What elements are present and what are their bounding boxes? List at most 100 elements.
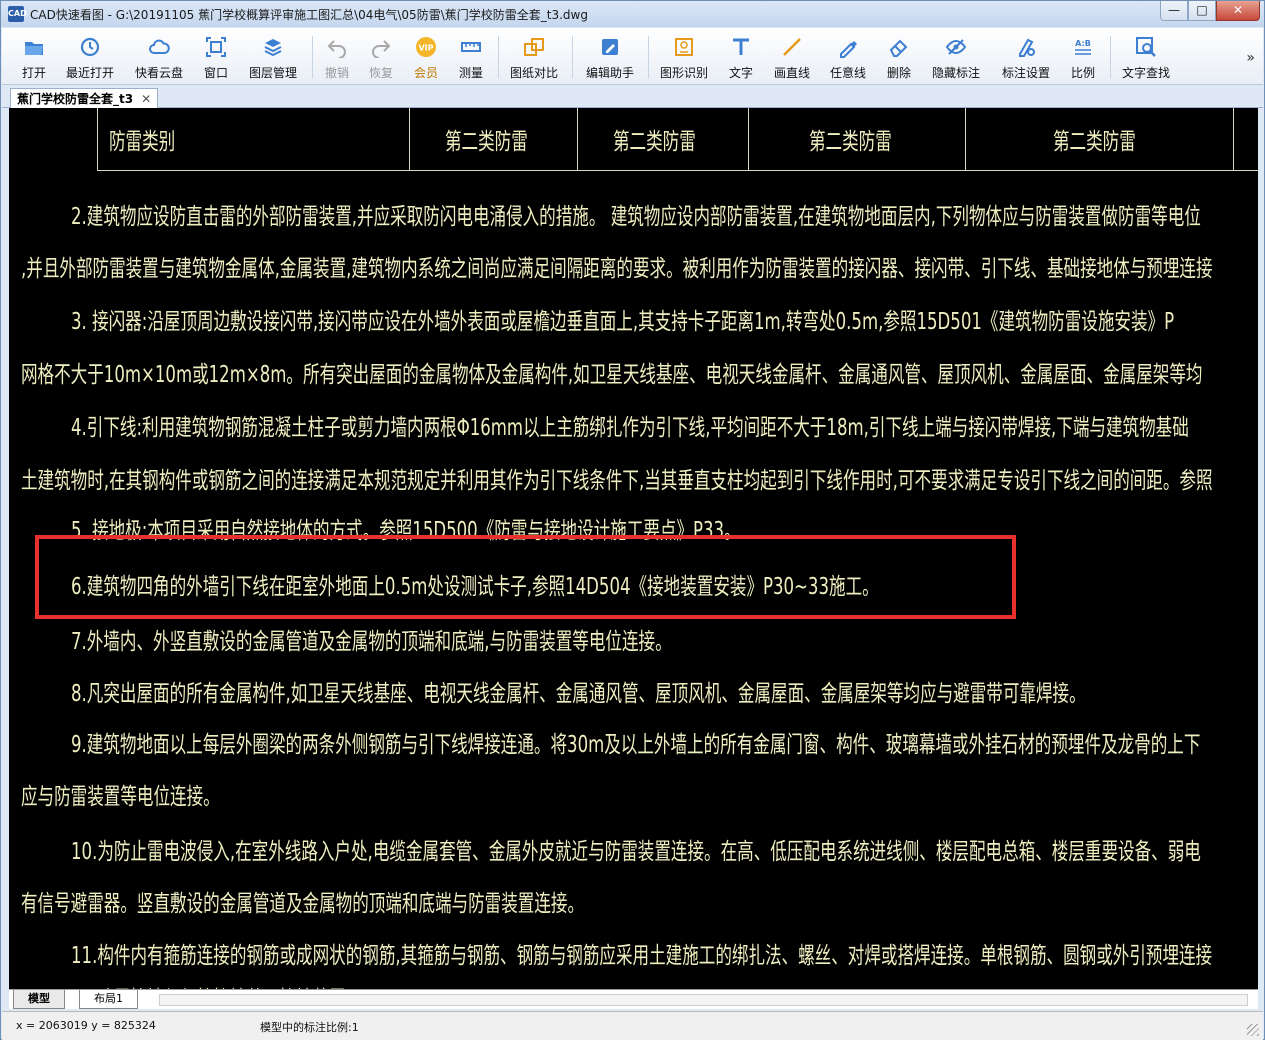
- draw-line-label: 画直线: [773, 66, 810, 80]
- toolbar-more-button[interactable]: »: [1246, 50, 1255, 66]
- draw-line-button[interactable]: 画直线: [770, 32, 814, 82]
- table-border-line: [409, 108, 410, 170]
- close-button[interactable]: ✕: [1216, 1, 1260, 21]
- table-cell-class-value: 第二类防雷: [445, 129, 528, 155]
- freehand-icon: [840, 41, 857, 58]
- toolbar-separator: [648, 36, 649, 78]
- compare-icon: [524, 38, 544, 56]
- toolbar-separator: [1110, 36, 1111, 78]
- window-controls: — □ ✕: [1160, 1, 1260, 21]
- cloud-icon: [149, 39, 170, 54]
- drawing-text-line: 8.凡突出屋面的所有金属构件,如卫星天线基座、电视天线金属杆、金属通风管、屋顶风…: [71, 681, 1086, 707]
- scale-badge-text: A:B: [1075, 39, 1091, 48]
- table-cell-class-value: 第二类防雷: [1053, 129, 1136, 155]
- annotation-settings-label: 标注设置: [1001, 66, 1050, 80]
- table-border-line: [748, 108, 749, 170]
- annotation-settings-icon: [1019, 38, 1035, 57]
- layers-icon: [264, 39, 282, 57]
- drawing-compare-button[interactable]: 图纸对比: [506, 32, 562, 82]
- undo-button[interactable]: 撤销: [320, 32, 354, 82]
- window-label: 窗口: [203, 66, 228, 80]
- drawing-text-line: 3. 接闪器:沿屋顶周边敷设接闪带,接闪带应设在外墙外表面或屋檐边垂直面上,其支…: [71, 309, 1175, 335]
- recent-open-button[interactable]: 最近打开: [62, 32, 118, 82]
- hide-annotation-button[interactable]: 隐藏标注: [928, 32, 984, 82]
- cursor-coordinates: x = 2063019 y = 825324: [16, 1019, 156, 1032]
- document-tab-label: 蕉门学校防雷全套_t3: [17, 92, 134, 106]
- table-border-line: [97, 170, 1258, 171]
- delete-button[interactable]: 删除: [882, 32, 916, 82]
- eye-hide-icon: [945, 39, 967, 55]
- annotation-settings-button[interactable]: 标注设置: [998, 32, 1054, 82]
- document-tab[interactable]: 蕉门学校防雷全套_t3 ✕: [10, 88, 159, 108]
- text-search-button[interactable]: 文字查找: [1118, 32, 1174, 82]
- redo-button[interactable]: 恢复: [364, 32, 398, 82]
- freehand-line-button[interactable]: 任意线: [826, 32, 870, 82]
- app-logo-icon: CAD: [8, 6, 27, 22]
- undo-icon: [327, 40, 346, 58]
- edit-assistant-icon: [602, 39, 618, 55]
- measure-button[interactable]: 测量: [454, 32, 488, 82]
- table-border-line: [965, 108, 966, 170]
- horizontal-scrollbar[interactable]: [159, 994, 1248, 1006]
- table-border-line: [577, 108, 578, 170]
- document-tab-bar: 蕉门学校防雷全套_t3 ✕: [2, 86, 1263, 108]
- resize-grip-icon[interactable]: [1247, 1024, 1259, 1036]
- close-tab-icon[interactable]: ✕: [141, 92, 151, 106]
- vip-badge-text: VIP: [418, 44, 433, 53]
- shape-recognize-label: 图形识别: [659, 66, 708, 80]
- drawing-text-line: 网格不大于10m×10m或12m×8m。所有突出屋面的金属物体及金属构件,如卫星…: [21, 362, 1203, 388]
- measure-label: 测量: [458, 66, 483, 80]
- drawing-text-line: 10.为防止雷电波侵入,在室外线路入户处,电缆金属套管、金属外皮就近与防雷装置连…: [71, 839, 1201, 865]
- minimize-button[interactable]: —: [1160, 1, 1188, 21]
- app-window: CAD CAD快速看图 - G:\20191105 蕉门学校概算评审施工图汇总\…: [0, 0, 1265, 1040]
- line-icon: [783, 38, 801, 56]
- layout-tab-bar: 模型 布局1: [9, 989, 1258, 1009]
- cloud-drive-button[interactable]: 快看云盘: [130, 32, 188, 82]
- redo-label: 恢复: [368, 66, 393, 80]
- edit-assistant-button[interactable]: 编辑助手: [582, 32, 638, 82]
- layer-manager-button[interactable]: 图层管理: [244, 32, 302, 82]
- toolbar-separator: [572, 36, 573, 78]
- table-border-line: [1233, 108, 1234, 170]
- table-cell-class-value: 第二类防雷: [809, 129, 892, 155]
- text-search-icon: [1136, 37, 1156, 57]
- redo-icon: [372, 40, 391, 58]
- drawing-text-line: 2.建筑物应设防直击雷的外部防雷装置,并应采取防闪电电涌侵入的措施。 建筑物应设…: [71, 204, 1201, 230]
- drawing-text-line: 土建筑物时,在其钢构件或钢筋之间的连接满足本规范规定并利用其作为引下线条件下,当…: [21, 468, 1213, 494]
- text-icon: [733, 38, 749, 55]
- text-button[interactable]: 文字: [724, 32, 758, 82]
- drawing-canvas[interactable]: 防雷类别 第二类防雷 第二类防雷 第二类防雷 第二类防雷 2.建筑物应设防直击雷…: [9, 108, 1258, 989]
- window-button[interactable]: 窗口: [196, 32, 236, 82]
- freehand-line-label: 任意线: [829, 66, 866, 80]
- vip-member-button[interactable]: VIP 会员: [408, 32, 444, 82]
- toolbar-separator: [312, 36, 313, 78]
- vip-icon: VIP: [416, 37, 436, 57]
- eraser-icon: [889, 39, 908, 57]
- drawing-text-line: 应与防雷装置等电位连接。: [21, 784, 220, 810]
- layer-manager-label: 图层管理: [248, 66, 297, 80]
- cloud-drive-label: 快看云盘: [134, 66, 183, 80]
- drawing-text-line: ,并且外部防雷装置与建筑物金属体,金属装置,建筑物内系统之间尚应满足间隔距离的要…: [21, 256, 1213, 282]
- shape-recognize-icon: [675, 38, 693, 56]
- table-border-line: [97, 108, 98, 170]
- drawing-text-line: 9.建筑物地面以上每层外圈梁的两条外侧钢筋与引下线焊接连通。将30m及以上外墙上…: [71, 732, 1201, 758]
- open-label: 打开: [21, 66, 46, 80]
- table-cell-lightning-class: 防雷类别: [109, 129, 176, 155]
- tab-layout1[interactable]: 布局1: [79, 990, 138, 1009]
- edit-assistant-label: 编辑助手: [585, 66, 634, 80]
- drawing-compare-label: 图纸对比: [509, 66, 558, 80]
- maximize-button[interactable]: □: [1188, 1, 1216, 21]
- red-highlight-box: [35, 535, 1016, 619]
- text-label: 文字: [728, 66, 753, 80]
- drawing-text-line: 11.构件内有箍筋连接的钢筋或成网状的钢筋,其箍筋与钢筋、钢筋与钢筋应采用土建施…: [71, 943, 1213, 969]
- table-cell-class-value: 第二类防雷: [613, 129, 696, 155]
- text-search-label: 文字查找: [1121, 66, 1170, 80]
- vip-member-label: 会员: [413, 66, 438, 80]
- undo-label: 撤销: [324, 66, 349, 80]
- tab-model[interactable]: 模型: [13, 990, 65, 1009]
- recent-open-label: 最近打开: [65, 66, 114, 80]
- open-button[interactable]: 打开: [10, 32, 58, 82]
- shape-recognize-button[interactable]: 图形识别: [656, 32, 712, 82]
- delete-label: 删除: [886, 66, 911, 80]
- scale-button[interactable]: A:B 比例: [1066, 32, 1100, 82]
